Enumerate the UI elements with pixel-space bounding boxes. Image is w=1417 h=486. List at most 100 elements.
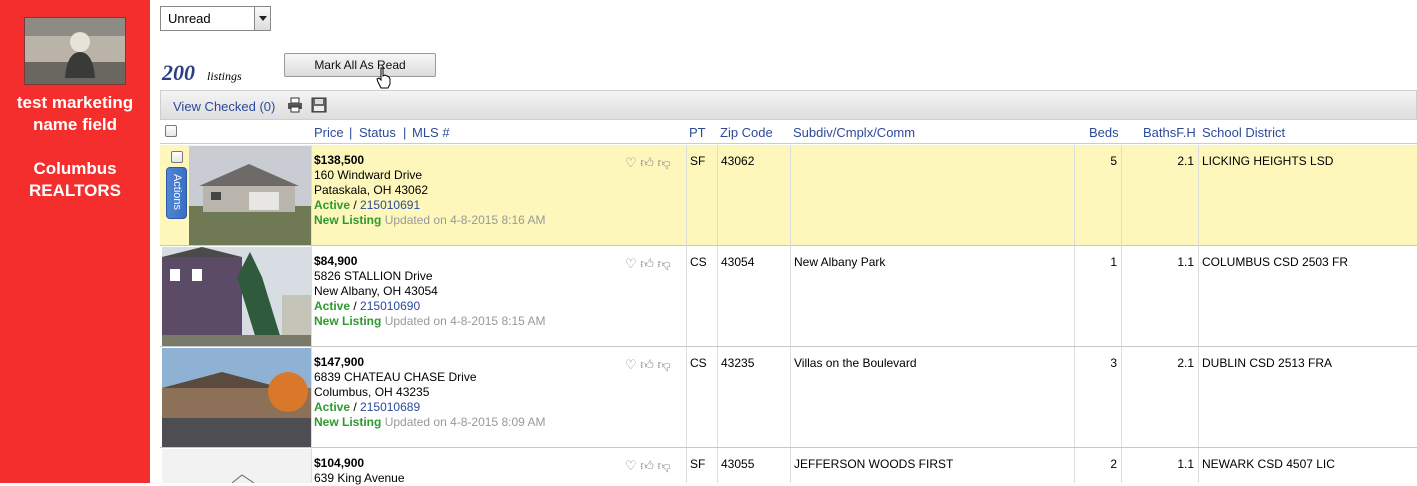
beds-cell: 2 <box>1074 448 1121 483</box>
listing-mls-link[interactable]: 215010689 <box>360 400 420 414</box>
new-listing-badge: New Listing <box>314 415 382 429</box>
listing-pt: CS <box>690 255 707 269</box>
listing-price: $84,900 <box>314 254 358 268</box>
listing-address: 5826 STALLION Drive <box>314 269 433 283</box>
listing-photo[interactable] <box>162 247 311 346</box>
listing-status: Active <box>314 400 351 414</box>
listing-mls-link[interactable]: 215010691 <box>360 198 420 212</box>
listing-city: New Albany, OH 43054 <box>314 284 438 298</box>
save-icon[interactable] <box>311 97 327 113</box>
heart-icon[interactable]: ♡ <box>625 155 637 170</box>
listing-school: LICKING HEIGHTS LSD <box>1202 154 1334 168</box>
thumbs-down-icon[interactable]: 👎︎ <box>658 155 671 170</box>
thumbs-up-icon[interactable]: 👍︎ <box>640 458 654 473</box>
baths-cell: 2.1 <box>1121 145 1198 245</box>
col-status[interactable]: Status <box>359 125 396 140</box>
listing-pt: SF <box>690 457 706 471</box>
table-row[interactable]: $147,900 6839 CHATEAU CHASE Drive Columb… <box>160 347 1417 448</box>
col-mls[interactable]: MLS # <box>412 125 450 140</box>
baths-cell: 2.1 <box>1121 347 1198 447</box>
listing-photo[interactable] <box>162 449 311 483</box>
hand-cursor-icon <box>376 67 391 89</box>
marketing-name-line1: test marketing <box>16 93 134 112</box>
avatar <box>24 17 126 85</box>
col-school[interactable]: School District <box>1202 125 1285 140</box>
listing-price: $104,900 <box>314 456 365 470</box>
thumbs-down-icon[interactable]: 👎︎ <box>658 357 671 372</box>
listing-beds: 3 <box>1110 356 1117 370</box>
school-cell: LICKING HEIGHTS LSD <box>1198 145 1417 245</box>
pt-cell: CS <box>686 246 717 346</box>
col-pt[interactable]: PT <box>689 125 706 140</box>
table-row[interactable]: $104,900 639 King Avenue ♡ 👍︎ 👎︎ SF 4305… <box>160 448 1417 486</box>
listing-info: $147,900 6839 CHATEAU CHASE Drive Columb… <box>314 355 634 430</box>
col-beds[interactable]: Beds <box>1089 125 1119 140</box>
listing-baths: 2.1 <box>1177 154 1194 168</box>
org-name-line1: Columbus <box>33 159 117 178</box>
thumbs-down-icon[interactable]: 👎︎ <box>658 458 671 473</box>
baths-cell: 1.1 <box>1121 246 1198 346</box>
listing-zip: 43055 <box>721 457 755 471</box>
col-baths[interactable]: BathsF.H <box>1143 125 1196 140</box>
subdiv-cell: JEFFERSON WOODS FIRST <box>790 448 1074 483</box>
chevron-down-icon[interactable] <box>254 7 270 30</box>
listing-subdiv: JEFFERSON WOODS FIRST <box>794 457 954 471</box>
zip-cell: 43055 <box>717 448 790 483</box>
sidebar: test marketing name field Columbus REALT… <box>0 0 150 483</box>
listing-updated: Updated on 4-8-2015 8:09 AM <box>384 415 546 429</box>
pt-cell: SF <box>686 448 717 483</box>
col-price[interactable]: Price <box>314 125 344 140</box>
listing-beds: 2 <box>1110 457 1117 471</box>
listing-info: $104,900 639 King Avenue <box>314 456 634 486</box>
listing-baths: 1.1 <box>1177 457 1194 471</box>
heart-icon[interactable]: ♡ <box>625 458 637 473</box>
listing-photo[interactable] <box>162 348 311 447</box>
listing-price: $138,500 <box>314 153 365 167</box>
filter-select-value: Unread <box>168 11 211 26</box>
listing-school: NEWARK CSD 4507 LIC <box>1202 457 1335 471</box>
main-panel: Unread 200 listings Mark All As Read Vie… <box>160 0 1417 486</box>
print-icon[interactable] <box>287 97 303 113</box>
table-row[interactable]: $84,900 5826 STALLION Drive New Albany, … <box>160 246 1417 347</box>
listing-city: Columbus, OH 43235 <box>314 385 430 399</box>
actions-tab[interactable]: Actions <box>166 167 187 219</box>
toolbar: View Checked (0) <box>160 90 1417 120</box>
view-checked-link[interactable]: View Checked (0) <box>173 99 275 114</box>
listing-rating-icons: ♡ 👍︎ 👎︎ <box>625 155 671 171</box>
mark-all-read-button[interactable]: Mark All As Read <box>284 53 436 77</box>
listing-subdiv: Villas on the Boulevard <box>794 356 917 370</box>
heart-icon[interactable]: ♡ <box>625 357 637 372</box>
listing-beds: 1 <box>1110 255 1117 269</box>
listing-updated: Updated on 4-8-2015 8:15 AM <box>384 314 546 328</box>
new-listing-badge: New Listing <box>314 314 382 328</box>
beds-cell: 3 <box>1074 347 1121 447</box>
thumbs-up-icon[interactable]: 👍︎ <box>640 256 654 271</box>
listing-school: DUBLIN CSD 2513 FRA <box>1202 356 1333 370</box>
table-row[interactable]: Actions $138,500 160 Windward Drive Pata… <box>160 145 1417 246</box>
heart-icon[interactable]: ♡ <box>625 256 637 271</box>
listing-rating-icons: ♡ 👍︎ 👎︎ <box>625 357 671 373</box>
listing-address: 6839 CHATEAU CHASE Drive <box>314 370 477 384</box>
listing-rating-icons: ♡ 👍︎ 👎︎ <box>625 256 671 272</box>
filter-select[interactable]: Unread <box>160 6 271 31</box>
listing-rating-icons: ♡ 👍︎ 👎︎ <box>625 458 671 474</box>
thumbs-down-icon[interactable]: 👎︎ <box>658 256 671 271</box>
listing-subdiv: New Albany Park <box>794 255 886 269</box>
listing-beds: 5 <box>1110 154 1117 168</box>
listing-mls-link[interactable]: 215010690 <box>360 299 420 313</box>
listing-photo[interactable] <box>189 146 311 245</box>
pt-cell: SF <box>686 145 717 245</box>
col-zip[interactable]: Zip Code <box>720 125 773 140</box>
col-subdiv[interactable]: Subdiv/Cmplx/Comm <box>793 125 915 140</box>
listing-info: $138,500 160 Windward Drive Pataskala, O… <box>314 153 634 228</box>
baths-cell: 1.1 <box>1121 448 1198 483</box>
marketing-name-line2: name field <box>32 115 118 134</box>
row-checkbox[interactable] <box>171 151 183 163</box>
select-all-checkbox[interactable] <box>165 125 177 137</box>
school-cell: COLUMBUS CSD 2503 FR <box>1198 246 1417 346</box>
listing-count: 200 <box>162 60 195 85</box>
thumbs-up-icon[interactable]: 👍︎ <box>640 155 654 170</box>
listing-updated: Updated on 4-8-2015 8:16 AM <box>384 213 546 227</box>
thumbs-up-icon[interactable]: 👍︎ <box>640 357 654 372</box>
listing-zip: 43054 <box>721 255 755 269</box>
